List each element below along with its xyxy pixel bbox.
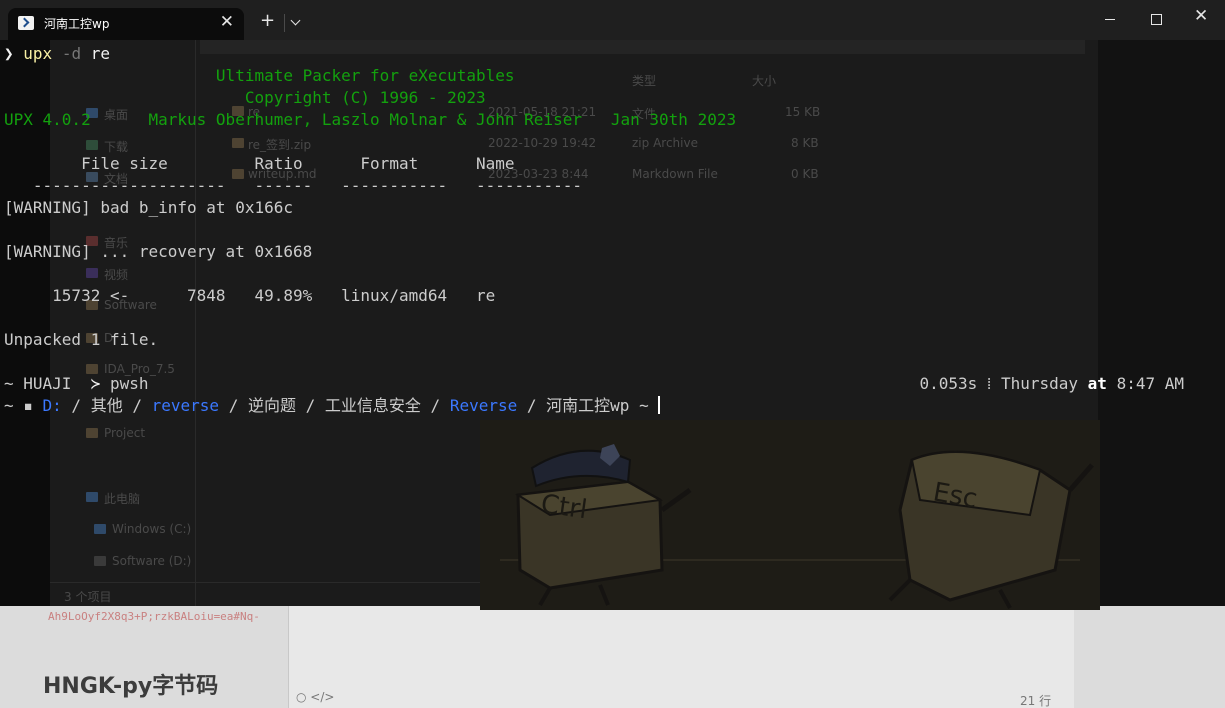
prompt-day: Thursday: [1000, 374, 1079, 393]
tab-separator: [284, 14, 285, 32]
command-flag: -d: [52, 44, 82, 63]
folder-icon: ~ ▪: [4, 396, 43, 415]
prompt-shell: pwsh: [109, 374, 149, 393]
maximize-button[interactable]: [1151, 14, 1162, 25]
shell-icon: ≻: [71, 374, 110, 393]
path-drive: D:: [42, 396, 62, 415]
path-segment: 逆向题: [247, 396, 296, 415]
prompt-path-line[interactable]: ~ ▪ D: / 其他 / reverse / 逆向题 / 工业信息安全 / R…: [4, 395, 661, 417]
path-segment: 工业信息安全: [324, 396, 421, 415]
terminal-window: 类型 大小 re 2021-05-18 21:21 文件 15 KB re_签到…: [0, 0, 1225, 708]
warning-line: [WARNING] bad b_info at 0x166c: [4, 198, 293, 217]
title-bar: 河南工控wp ✕ + ✕: [0, 0, 1225, 40]
new-tab-button[interactable]: +: [260, 11, 275, 31]
command-arg: re: [81, 44, 110, 63]
table-header: File size Ratio Format Name: [4, 154, 515, 173]
prompt-status-right: 0.053s ⁞ Thursday at 8:47 AM: [919, 374, 1184, 393]
terminal-output[interactable]: ❯ upx -d re Ultimate Packer for eXecutab…: [0, 40, 1225, 708]
table-divider: -------------------- ------ ----------- …: [4, 176, 582, 195]
banner-copyright: Copyright (C) 1996 - 2023: [4, 88, 486, 107]
tab-title: 河南工控wp: [44, 17, 110, 31]
result-row: 15732 <- 7848 49.89% linux/amd64 re: [4, 286, 496, 305]
prompt-clock: 8:47 AM: [1116, 374, 1184, 393]
prompt-user: HUAJI: [23, 374, 72, 393]
prompt-status-left: ~ HUAJI ≻ pwsh: [4, 374, 149, 393]
minimize-button[interactable]: [1105, 19, 1115, 20]
banner-title: Ultimate Packer for eXecutables: [4, 66, 515, 85]
prompt-chevron-icon: ❯: [4, 44, 14, 63]
command-name: upx: [23, 44, 53, 63]
powershell-icon: [18, 16, 34, 30]
warning-line: [WARNING] ... recovery at 0x1668: [4, 242, 313, 261]
banner-version: UPX 4.0.2 Markus Oberhumer, Laszlo Molna…: [4, 110, 737, 129]
path-segment: reverse: [151, 396, 220, 415]
unpacked-summary: Unpacked 1 file.: [4, 330, 159, 349]
tab-close-icon[interactable]: ✕: [220, 12, 234, 32]
path-segment: Reverse: [449, 396, 518, 415]
path-segment: 河南工控wp: [546, 396, 630, 415]
command-line: ❯ upx -d re: [4, 43, 110, 65]
terminal-tab[interactable]: 河南工控wp ✕: [8, 8, 244, 40]
chevron-down-icon[interactable]: [290, 15, 301, 26]
close-window-button[interactable]: ✕: [1194, 6, 1208, 26]
exec-time: 0.053s: [919, 374, 978, 393]
text-cursor: [658, 396, 661, 414]
path-segment: 其他: [90, 396, 123, 415]
